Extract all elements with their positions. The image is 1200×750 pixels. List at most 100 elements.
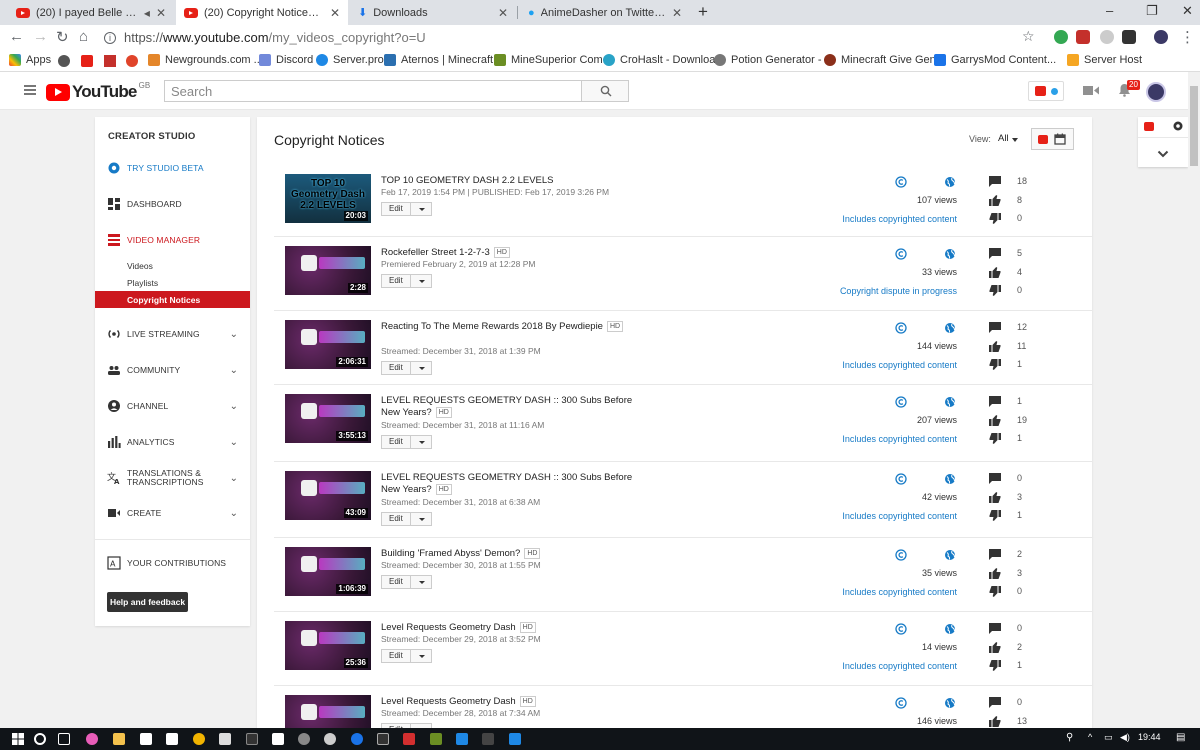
bookmark-icon[interactable] — [126, 55, 138, 67]
video-title-text[interactable]: Level Requests Geometry Dash — [381, 622, 516, 633]
taskbar-app-icon[interactable] — [272, 733, 284, 745]
video-thumbnail[interactable]: 1:06:39 — [285, 547, 371, 596]
bookmark-youtube-icon[interactable] — [81, 55, 93, 67]
chevron-down-icon[interactable]: ⌄ — [230, 437, 238, 448]
public-globe-icon[interactable] — [944, 473, 956, 485]
new-tab-icon[interactable]: + — [698, 2, 708, 22]
extension-green-icon[interactable] — [1054, 30, 1068, 44]
bookmark-server-host[interactable]: Server Host — [1067, 54, 1142, 66]
video-row[interactable]: 25:36 Level Requests Geometry Dash HD Strea… — [274, 611, 1092, 685]
public-globe-icon[interactable] — [944, 623, 956, 635]
video-title[interactable]: TOP 10 GEOMETRY DASH 2.2 LEVELS — [381, 175, 651, 187]
taskbar-app-icon[interactable] — [482, 733, 494, 745]
tab-close-icon[interactable]: ✕ — [672, 6, 682, 20]
bookmark-minecraft-give[interactable]: Minecraft Give Gen... — [824, 54, 945, 66]
thumbs-up-icon[interactable] — [989, 267, 1001, 278]
taskbar-app-icon[interactable] — [86, 733, 98, 745]
copyright-status-link[interactable]: Includes copyrighted content — [842, 661, 957, 671]
extension-gray-icon[interactable] — [1100, 30, 1114, 44]
back-arrow-icon[interactable]: ← — [9, 28, 24, 45]
minecraft-icon[interactable] — [430, 733, 442, 745]
extension-red-icon[interactable] — [1076, 30, 1090, 44]
video-title[interactable]: Level Requests Geometry Dash HD — [381, 696, 651, 708]
copyright-status-link[interactable]: Includes copyrighted content — [842, 434, 957, 444]
video-row[interactable]: 2:06:31 Reacting To The Meme Rewards 2018… — [274, 310, 1092, 384]
task-view-icon[interactable] — [58, 733, 70, 745]
hamburger-menu-icon[interactable] — [24, 85, 36, 95]
maximize-icon[interactable]: ❐ — [1146, 3, 1158, 19]
edit-button[interactable]: Edit — [381, 274, 432, 288]
notification-center-icon[interactable]: ▤ — [1176, 732, 1185, 743]
account-avatar[interactable] — [1146, 82, 1166, 102]
chevron-down-icon[interactable]: ⌄ — [230, 329, 238, 340]
video-thumbnail[interactable]: 3:55:13 — [285, 394, 371, 443]
edit-button[interactable]: Edit — [381, 649, 432, 663]
public-globe-icon[interactable] — [944, 697, 956, 709]
comment-icon[interactable] — [989, 473, 1001, 484]
network-icon[interactable]: ▭ — [1104, 732, 1113, 743]
video-thumbnail[interactable]: TOP 10 Geometry Dash 2.2 LEVELS 20:03 — [285, 174, 371, 223]
chevron-down-icon[interactable]: ⌄ — [230, 473, 238, 484]
comment-icon[interactable] — [989, 623, 1001, 634]
sidebar-item-channel[interactable]: CHANNEL ⌄ — [95, 396, 250, 416]
minimize-icon[interactable]: – — [1106, 3, 1113, 18]
video-thumbnail[interactable]: 43:09 — [285, 471, 371, 520]
copyright-status-link[interactable]: Includes copyrighted content — [842, 360, 957, 370]
thumbs-up-icon[interactable] — [989, 195, 1001, 206]
sidebar-item-create[interactable]: CREATE ⌄ — [95, 503, 250, 523]
copyright-icon[interactable] — [895, 322, 907, 334]
thumbs-down-icon[interactable] — [989, 433, 1001, 444]
bookmark-crohaslt[interactable]: CroHaslt - Downloa... — [603, 54, 725, 66]
thumbs-down-icon[interactable] — [989, 213, 1001, 224]
browser-tab-2[interactable]: (20) Copyright Notices - YouTube ✕ — [176, 0, 348, 25]
tray-chevron-icon[interactable]: ^ — [1088, 732, 1092, 742]
video-row[interactable]: Level Requests Geometry Dash HD Streamed: … — [274, 685, 1092, 728]
video-row[interactable]: 1:06:39 Building 'Framed Abyss' Demon? HD S… — [274, 537, 1092, 611]
browser-tab-1[interactable]: (20) I payed Belle Delphine $ ◂ ✕ — [8, 0, 174, 25]
comment-icon[interactable] — [989, 176, 1001, 187]
forward-arrow-icon[interactable]: → — [33, 28, 48, 45]
file-explorer-icon[interactable] — [113, 733, 125, 745]
browser-tab-4[interactable]: ● AnimeDasher on Twitter: "Hey @ ✕ — [520, 0, 690, 25]
video-title[interactable]: LEVEL REQUESTS GEOMETRY DASH :: 300 Subs… — [381, 395, 651, 419]
sidebar-item-video-manager[interactable]: VIDEO MANAGER — [95, 230, 250, 250]
comment-icon[interactable] — [989, 697, 1001, 708]
bookmark-apps[interactable]: Apps — [9, 54, 51, 66]
chevron-down-icon[interactable]: ⌄ — [230, 508, 238, 519]
people-icon[interactable]: ⚲ — [1066, 732, 1073, 743]
chrome-icon[interactable] — [193, 733, 205, 745]
taskbar-app-icon[interactable] — [246, 733, 258, 745]
caret-down-icon[interactable] — [419, 367, 425, 370]
gear-icon[interactable] — [1172, 120, 1184, 132]
caret-down-icon[interactable] — [1012, 138, 1018, 142]
taskbar-app-icon[interactable] — [509, 733, 521, 745]
copyright-status-link[interactable]: Includes copyrighted content — [842, 587, 957, 597]
edit-button[interactable]: Edit — [381, 512, 432, 526]
youtube-logo[interactable]: YouTube GB — [46, 81, 150, 102]
taskbar-app-icon[interactable] — [351, 733, 363, 745]
sidebar-item-analytics[interactable]: ANALYTICS ⌄ — [95, 432, 250, 452]
sidebar-sub-videos[interactable]: Videos — [127, 261, 153, 271]
comment-icon[interactable] — [989, 396, 1001, 407]
comment-icon[interactable] — [989, 549, 1001, 560]
video-title-text[interactable]: Reacting To The Meme Rewards 2018 By Pew… — [381, 321, 603, 332]
chevron-down-icon[interactable] — [1157, 150, 1169, 158]
thumbs-up-icon[interactable] — [989, 568, 1001, 579]
edit-button[interactable]: Edit — [381, 575, 432, 589]
bookmark-discord[interactable]: Discord — [259, 54, 313, 66]
bookmark-potion[interactable]: Potion Generator - ... — [714, 54, 834, 66]
thumbs-down-icon[interactable] — [989, 285, 1001, 296]
video-title-text[interactable]: TOP 10 GEOMETRY DASH 2.2 LEVELS — [381, 175, 553, 186]
bookmark-aternos[interactable]: Aternos | Minecraft ... — [384, 54, 505, 66]
public-globe-icon[interactable] — [944, 396, 956, 408]
thumbs-up-icon[interactable] — [989, 341, 1001, 352]
taskbar-app-icon[interactable] — [219, 733, 231, 745]
scrollbar-thumb[interactable] — [1190, 86, 1198, 166]
caret-down-icon[interactable] — [419, 655, 425, 658]
extension-toggle[interactable] — [1028, 81, 1064, 101]
video-thumbnail[interactable] — [285, 695, 371, 728]
menu-dots-icon[interactable]: ⋮ — [1180, 28, 1195, 46]
thumbs-down-icon[interactable] — [989, 586, 1001, 597]
thumbs-down-icon[interactable] — [989, 359, 1001, 370]
clock-time[interactable]: 19:44 — [1138, 732, 1161, 742]
